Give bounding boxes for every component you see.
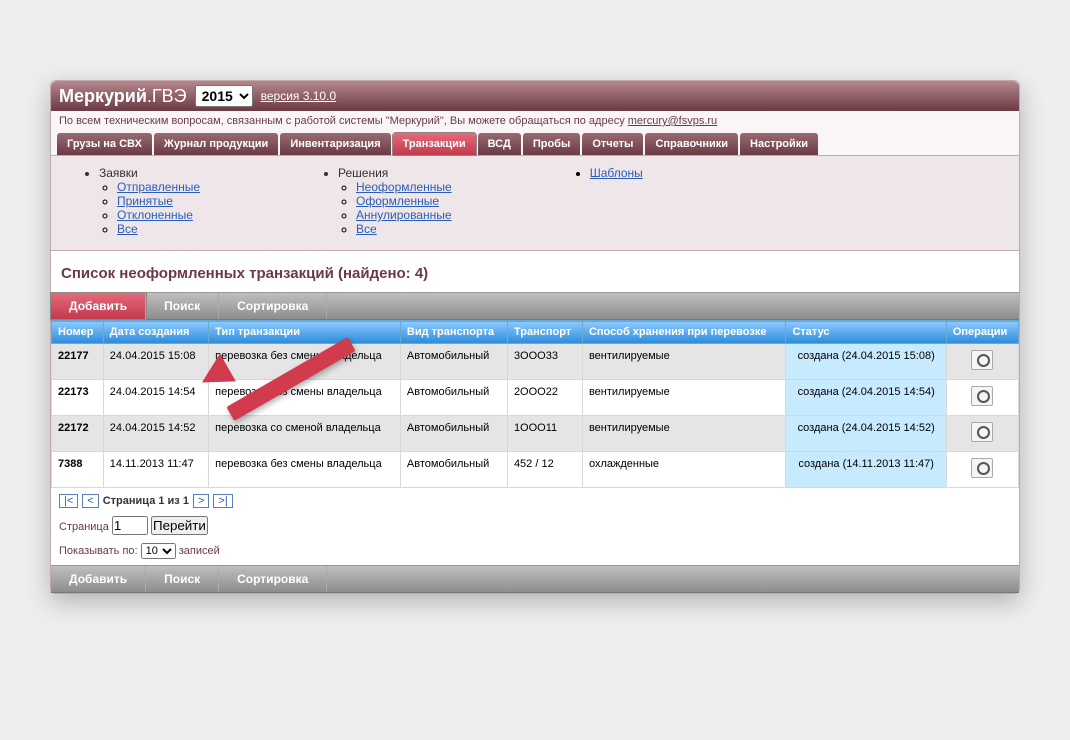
rows-select[interactable]: 10	[141, 543, 176, 559]
view-icon[interactable]	[971, 422, 993, 442]
rows-label: Показывать по:	[59, 545, 138, 557]
goto-button[interactable]: Перейти	[151, 516, 208, 535]
brand-main: Меркурий	[59, 86, 147, 106]
goto-input[interactable]	[112, 516, 148, 535]
brand-sub: .ГВЭ	[147, 86, 187, 106]
tab-1[interactable]: Журнал продукции	[154, 133, 278, 155]
app-brand: Меркурий.ГВЭ	[59, 86, 187, 107]
year-select[interactable]: 2015	[195, 85, 253, 107]
submenu-link[interactable]: Отклоненные	[117, 208, 193, 222]
page-title: Список неоформленных транзакций (найдено…	[51, 251, 1019, 292]
table-row: 2217224.04.2015 14:52перевозка со сменой…	[52, 416, 1019, 452]
goto-label: Страница	[59, 521, 109, 533]
header-bar: Меркурий.ГВЭ 2015 версия 3.10.0	[51, 81, 1019, 111]
table-row: 2217724.04.2015 15:08перевозка без смены…	[52, 344, 1019, 380]
submenu-link[interactable]: Шаблоны	[590, 166, 643, 180]
toolbar-btn-0[interactable]: Добавить	[51, 566, 146, 592]
submenu: Заявки ОтправленныеПринятыеОтклоненныеВс…	[51, 155, 1019, 251]
col-header: Дата создания	[103, 321, 208, 344]
submenu-link[interactable]: Все	[117, 222, 138, 236]
main-tabs: Грузы на СВХЖурнал продукцииИнвентаризац…	[51, 131, 1019, 155]
submenu-link[interactable]: Принятые	[117, 194, 173, 208]
pager-next[interactable]: >	[193, 494, 209, 508]
submenu-group-requests: Заявки	[99, 166, 200, 180]
submenu-link[interactable]: Оформленные	[356, 194, 439, 208]
tab-8[interactable]: Настройки	[740, 133, 818, 155]
view-icon[interactable]	[971, 458, 993, 478]
toolbar-btn-0[interactable]: Добавить	[51, 293, 146, 319]
transactions-table: НомерДата созданияТип транзакцииВид тран…	[51, 320, 1019, 488]
pager-first[interactable]: |<	[59, 494, 78, 508]
pager-last[interactable]: >|	[213, 494, 232, 508]
submenu-link[interactable]: Отправленные	[117, 180, 200, 194]
support-email-link[interactable]: mercury@fsvps.ru	[628, 115, 717, 127]
col-header: Статус	[786, 321, 946, 344]
col-header: Способ хранения при перевозке	[582, 321, 786, 344]
toolbar-btn-2[interactable]: Сортировка	[219, 293, 327, 319]
col-header: Номер	[52, 321, 104, 344]
version-link[interactable]: версия 3.10.0	[261, 89, 337, 103]
submenu-group-decisions: Решения	[338, 166, 452, 180]
pager: |< < Страница 1 из 1 > >|	[51, 488, 1019, 514]
view-icon[interactable]	[971, 386, 993, 406]
col-header: Транспорт	[507, 321, 582, 344]
submenu-link[interactable]: Аннулированные	[356, 208, 452, 222]
submenu-link[interactable]: Неоформленные	[356, 180, 452, 194]
table-row: 2217324.04.2015 14:54перевозка без смены…	[52, 380, 1019, 416]
tab-0[interactable]: Грузы на СВХ	[57, 133, 152, 155]
goto-line: Страница Перейти	[51, 514, 1019, 541]
toolbar-bottom: ДобавитьПоискСортировка	[51, 565, 1019, 593]
toolbar: ДобавитьПоискСортировка	[51, 292, 1019, 320]
toolbar-btn-1[interactable]: Поиск	[146, 566, 219, 592]
support-line: По всем техническим вопросам, связанным …	[51, 111, 1019, 131]
support-text: По всем техническим вопросам, связанным …	[59, 115, 625, 127]
tab-5[interactable]: Пробы	[523, 133, 581, 155]
pager-pos: Страница 1 из 1	[103, 495, 189, 507]
tab-7[interactable]: Справочники	[645, 133, 738, 155]
col-header: Операции	[946, 321, 1018, 344]
rows-suffix: записей	[179, 545, 220, 557]
tab-3[interactable]: Транзакции	[393, 133, 476, 155]
table-row: 738814.11.2013 11:47перевозка без смены …	[52, 452, 1019, 488]
tab-6[interactable]: Отчеты	[582, 133, 643, 155]
pager-prev[interactable]: <	[82, 494, 98, 508]
toolbar-btn-2[interactable]: Сортировка	[219, 566, 327, 592]
col-header: Тип транзакции	[209, 321, 401, 344]
tab-4[interactable]: ВСД	[478, 133, 521, 155]
col-header: Вид транспорта	[400, 321, 507, 344]
toolbar-btn-1[interactable]: Поиск	[146, 293, 219, 319]
view-icon[interactable]	[971, 350, 993, 370]
tab-2[interactable]: Инвентаризация	[280, 133, 390, 155]
rows-per-page-line: Показывать по: 10 записей	[51, 541, 1019, 565]
submenu-link[interactable]: Все	[356, 222, 377, 236]
